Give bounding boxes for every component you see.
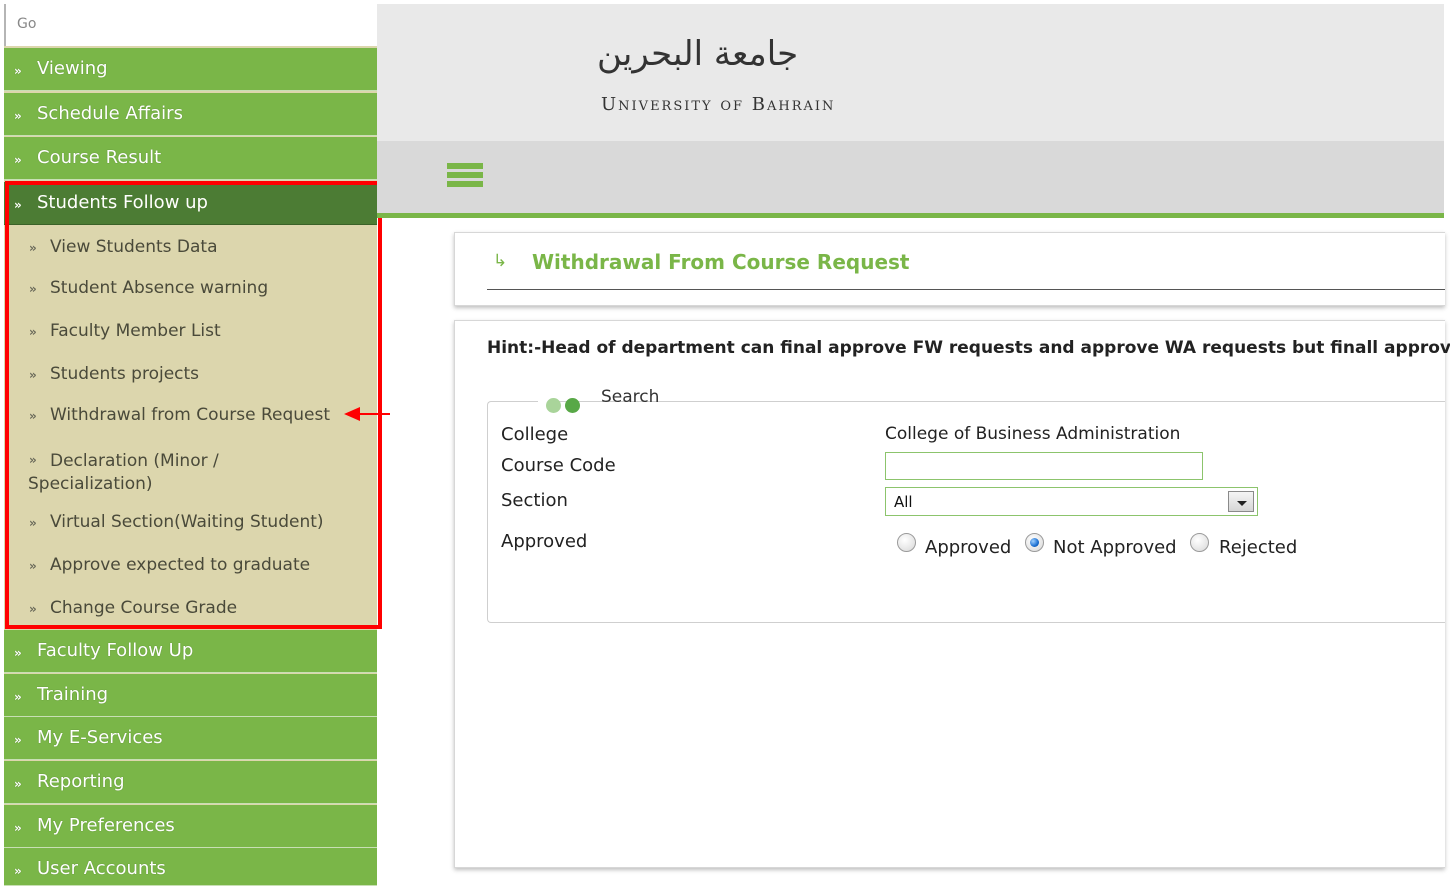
submenu-item-students-projects[interactable]: » Students projects — [4, 359, 377, 401]
submenu-item-label: View Students Data — [50, 237, 218, 257]
radio-not-approved[interactable] — [1025, 533, 1044, 552]
college-label: College — [501, 424, 569, 445]
bullet-icon: » — [29, 368, 37, 382]
approved-label: Approved — [501, 531, 588, 552]
hamburger-menu-icon[interactable] — [447, 163, 483, 193]
bullet-icon: » — [14, 864, 22, 878]
menu-item-faculty-follow-up[interactable]: » Faculty Follow Up — [4, 630, 377, 673]
course-code-label: Course Code — [501, 455, 616, 476]
search-fieldset: Search College College of Business Admin… — [487, 387, 1445, 623]
red-arrow-icon — [344, 407, 390, 421]
bullet-icon: » — [29, 409, 37, 423]
menu-item-label: Viewing — [37, 58, 108, 79]
search-legend: Search — [538, 387, 659, 415]
bullet-icon: » — [14, 690, 22, 704]
submenu-item-label: Change Course Grade — [50, 598, 238, 618]
bullet-icon: » — [29, 559, 37, 573]
chevron-down-icon[interactable] — [1228, 491, 1254, 512]
submenu-item-declaration[interactable]: » Declaration (Minor / Specialization) — [4, 444, 377, 504]
menu-item-my-e-services[interactable]: » My E-Services — [4, 717, 377, 760]
section-select-value: All — [894, 493, 913, 511]
hint-text: Hint:-Head of department can final appro… — [487, 338, 1450, 358]
radio-approved[interactable] — [897, 533, 916, 552]
submenu-item-faculty-member-list[interactable]: » Faculty Member List — [4, 316, 377, 358]
sidebar: Go » Viewing » Schedule Affairs » Course… — [4, 4, 377, 886]
bullet-icon: » — [29, 241, 37, 255]
menu-item-reporting[interactable]: » Reporting — [4, 761, 377, 804]
submenu-item-virtual-section[interactable]: » Virtual Section(Waiting Student) — [4, 507, 377, 549]
submenu-item-label: Students projects — [50, 364, 200, 384]
title-divider — [487, 289, 1445, 290]
bullet-icon: » — [29, 516, 37, 530]
menu-item-label: Training — [37, 684, 109, 705]
radio-rejected-label[interactable]: Rejected — [1219, 537, 1297, 558]
page-title: Withdrawal From Course Request — [532, 250, 910, 274]
menu-item-my-preferences[interactable]: » My Preferences — [4, 805, 377, 848]
menu-item-label: Faculty Follow Up — [37, 640, 194, 661]
menu-item-training[interactable]: » Training — [4, 674, 377, 717]
menu-item-user-accounts[interactable]: » User Accounts — [4, 848, 377, 886]
menu-item-label: User Accounts — [37, 858, 166, 879]
search-form-panel: Hint:-Head of department can final appro… — [454, 320, 1450, 868]
menu-item-label: My E-Services — [37, 727, 163, 748]
return-arrow-icon: ↳ — [493, 251, 508, 271]
menu-item-schedule-affairs[interactable]: » Schedule Affairs — [4, 93, 377, 136]
submenu-item-approve-expected-to-graduate[interactable]: » Approve expected to graduate — [4, 550, 377, 592]
go-label: Go — [17, 16, 37, 32]
submenu-item-view-students-data[interactable]: » View Students Data — [4, 232, 377, 272]
college-value: College of Business Administration — [885, 424, 1181, 444]
submenu-item-label: Faculty Member List — [50, 321, 221, 341]
section-select[interactable]: All — [885, 487, 1258, 516]
submenu-item-label: Virtual Section(Waiting Student) — [50, 512, 324, 532]
submenu-item-withdrawal-from-course-request[interactable]: » Withdrawal from Course Request — [4, 400, 377, 442]
section-label: Section — [501, 490, 568, 511]
bullet-icon: » — [14, 821, 22, 835]
menu-item-viewing[interactable]: » Viewing — [4, 48, 377, 91]
bullet-icon: » — [14, 646, 22, 660]
bullet-icon: » — [14, 198, 22, 212]
submenu-item-label: Withdrawal from Course Request — [50, 405, 331, 425]
submenu-item-label: Declaration (Minor / Specialization) — [28, 451, 219, 494]
header: جامعة البحرين University of Bahrain — [377, 4, 1444, 141]
go-box[interactable]: Go — [4, 4, 377, 46]
page-title-panel: ↳ Withdrawal From Course Request — [454, 232, 1445, 306]
radio-rejected[interactable] — [1190, 533, 1209, 552]
bullet-icon: » — [29, 282, 37, 296]
bullet-icon: » — [29, 602, 37, 616]
bullet-icon: » — [14, 109, 22, 123]
bullet-icon: » — [14, 64, 22, 78]
menu-item-label: Reporting — [37, 771, 125, 792]
course-code-input[interactable] — [885, 452, 1203, 480]
toolbar — [377, 141, 1444, 218]
legend-dot-icon — [546, 398, 561, 413]
submenu-item-label: Student Absence warning — [50, 278, 269, 298]
menu-item-label: My Preferences — [37, 815, 175, 836]
menu-item-label: Course Result — [37, 147, 162, 168]
menu-item-label: Students Follow up — [37, 192, 208, 213]
radio-not-approved-label[interactable]: Not Approved — [1053, 537, 1177, 558]
radio-approved-label[interactable]: Approved — [925, 537, 1011, 558]
menu-item-label: Schedule Affairs — [37, 103, 183, 124]
menu-item-students-follow-up[interactable]: » Students Follow up — [4, 182, 377, 225]
legend-dot-icon — [565, 398, 580, 413]
bullet-icon: » — [29, 325, 37, 339]
menu-item-course-result[interactable]: » Course Result — [4, 137, 377, 180]
submenu-item-change-course-grade[interactable]: » Change Course Grade — [4, 593, 377, 633]
bullet-icon: » — [14, 153, 22, 167]
bullet-icon: » — [14, 733, 22, 747]
university-arabic-title: جامعة البحرين — [597, 34, 799, 74]
search-legend-label: Search — [601, 387, 660, 407]
submenu-item-label: Approve expected to graduate — [50, 555, 311, 575]
university-english-title: University of Bahrain — [601, 94, 836, 115]
bullet-icon: » — [14, 777, 22, 791]
submenu-item-student-absence-warning[interactable]: » Student Absence warning — [4, 273, 377, 315]
